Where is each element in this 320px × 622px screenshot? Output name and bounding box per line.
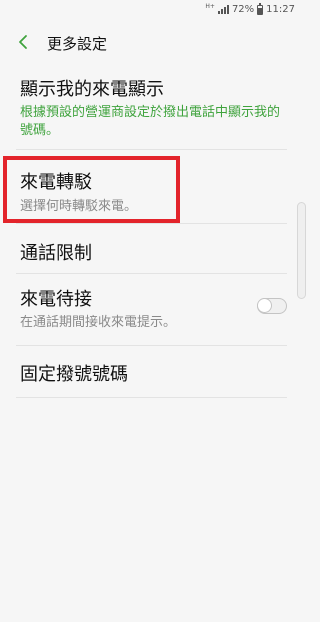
setting-title: 來電待接 [20,289,92,310]
app-bar: 更多設定 [0,22,303,62]
setting-subtitle: 在通話期間接收來電提示。 [20,315,177,330]
setting-fixed-dialing[interactable]: 固定撥號號碼 [16,346,287,398]
battery-percent: 72% [231,4,255,15]
setting-call-waiting[interactable]: 來電待接 在通話期間接收來電提示。 [16,274,287,346]
call-waiting-toggle[interactable] [257,298,287,314]
setting-title: 來電轉駁 [20,172,92,193]
toggle-knob [257,298,272,313]
setting-caller-id[interactable]: 顯示我的來電顯示 根據預設的營運商設定於撥出電話中顯示我的號碼。 [16,70,287,150]
setting-title: 通話限制 [20,243,92,264]
setting-call-barring[interactable]: 通話限制 [16,224,287,274]
page-title: 更多設定 [47,35,108,53]
back-button[interactable] [12,28,36,56]
setting-title: 顯示我的來電顯示 [20,79,164,100]
network-type: H+ [205,3,215,10]
status-bar: H+ 72% 11:27 [0,0,303,20]
setting-call-forwarding[interactable]: 來電轉駁 選擇何時轉駁來電。 [16,150,287,224]
setting-title: 固定撥號號碼 [20,364,128,385]
back-arrow-icon [19,35,27,49]
setting-subtitle: 選擇何時轉駁來電。 [20,199,138,214]
status-icons: H+ 72% 11:27 [205,2,295,15]
clock: 11:27 [266,4,295,15]
settings-list: 顯示我的來電顯示 根據預設的營運商設定於撥出電話中顯示我的號碼。 來電轉駁 選擇… [0,70,303,398]
scroll-indicator[interactable] [297,202,306,299]
battery-icon [257,2,264,15]
setting-subtitle: 根據預設的營運商設定於撥出電話中顯示我的號碼。 [20,105,281,138]
signal-icon [217,5,229,14]
